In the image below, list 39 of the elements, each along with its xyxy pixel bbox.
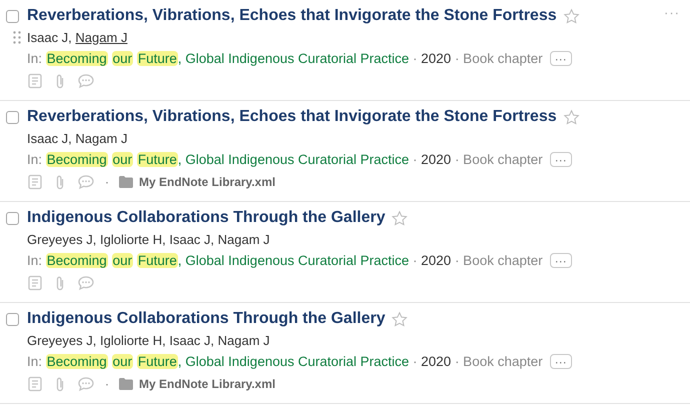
authors: Greyeyes J, Igloliorte H, Isaac J, Nagam J: [27, 231, 271, 249]
note-icon[interactable]: [27, 174, 43, 190]
checkbox[interactable]: [6, 313, 19, 326]
authors: Isaac J, Nagam J: [27, 130, 128, 148]
separator-dot: ·: [105, 175, 109, 189]
note-icon[interactable]: [27, 275, 43, 291]
library-name: My EndNote Library.xml: [139, 377, 276, 391]
folder-icon: [119, 176, 133, 188]
checkbox[interactable]: [6, 111, 19, 124]
star-icon[interactable]: [391, 210, 408, 226]
note-icon[interactable]: [27, 376, 43, 392]
checkbox[interactable]: [6, 10, 19, 23]
comment-icon[interactable]: [77, 73, 95, 89]
comment-icon[interactable]: [77, 376, 95, 392]
comment-icon[interactable]: [77, 174, 95, 190]
authors: Greyeyes J, Igloliorte H, Isaac J, Nagam J: [27, 332, 271, 350]
library-name: My EndNote Library.xml: [139, 175, 276, 189]
star-icon[interactable]: [562, 108, 580, 126]
source-line: In: Becoming our Future, Global Indigenous Curatorial Practice · 2020 · Book chapter: [27, 252, 543, 270]
reference-title[interactable]: Reverberations, Vibrations, Echoes that Invigorate the Stone Fortress: [27, 5, 557, 27]
separator-dot: ·: [105, 377, 109, 391]
authors: Isaac J, Nagam J: [27, 29, 128, 47]
more-button[interactable]: ···: [550, 51, 572, 66]
checkbox[interactable]: [6, 212, 19, 225]
reference-title[interactable]: Reverberations, Vibrations, Echoes that Invigorate the Stone Fortress: [27, 106, 557, 128]
more-button[interactable]: ···: [550, 354, 572, 369]
note-icon[interactable]: [27, 73, 43, 89]
comment-icon[interactable]: [77, 275, 95, 291]
reference-title[interactable]: Indigenous Collaborations Through the Gallery: [27, 207, 386, 229]
star-icon[interactable]: [562, 8, 580, 24]
folder-icon: [119, 378, 133, 390]
drag-handle-icon[interactable]: [12, 31, 20, 44]
source-line: In: Becoming our Future, Global Indigenous Curatorial Practice · 2020 · Book chapter: [27, 151, 543, 169]
source-line: In: Becoming our Future, Global Indigenous Curatorial Practice · 2020 · Book chapter: [27, 50, 543, 68]
source-line: In: Becoming our Future, Global Indigenous Curatorial Practice · 2020 · Book chapter: [27, 353, 543, 371]
reference-title[interactable]: Indigenous Collaborations Through the Gallery: [27, 308, 386, 330]
more-button[interactable]: ···: [550, 152, 572, 167]
more-button[interactable]: ···: [550, 253, 572, 268]
star-icon[interactable]: [391, 310, 408, 328]
